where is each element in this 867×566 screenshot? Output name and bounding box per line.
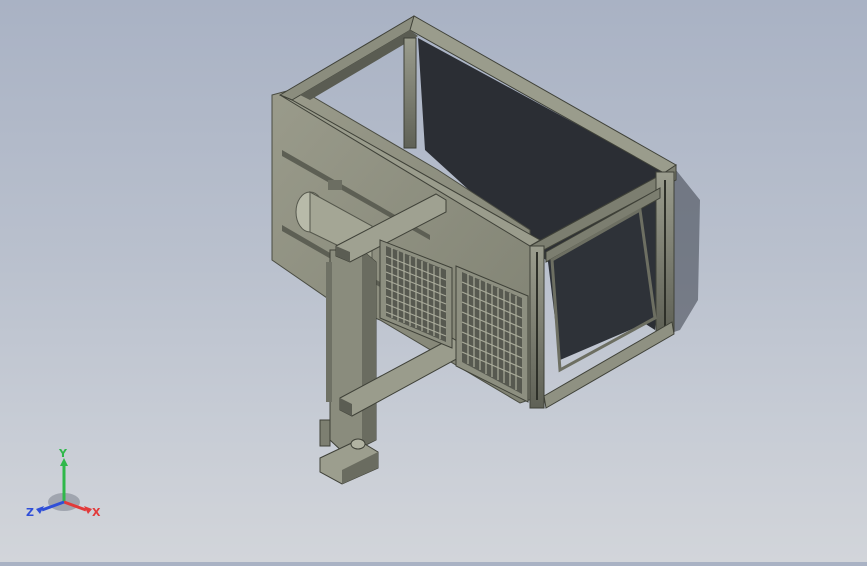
stand-column [326,249,377,456]
z-axis-label: Z [26,506,34,519]
coordinate-triad: Y X Z [26,447,101,519]
model-viewport[interactable]: Y X Z [0,0,867,562]
x-axis-label: X [92,506,101,519]
assembly-model[interactable] [0,0,867,562]
y-axis-label: Y [58,447,68,460]
